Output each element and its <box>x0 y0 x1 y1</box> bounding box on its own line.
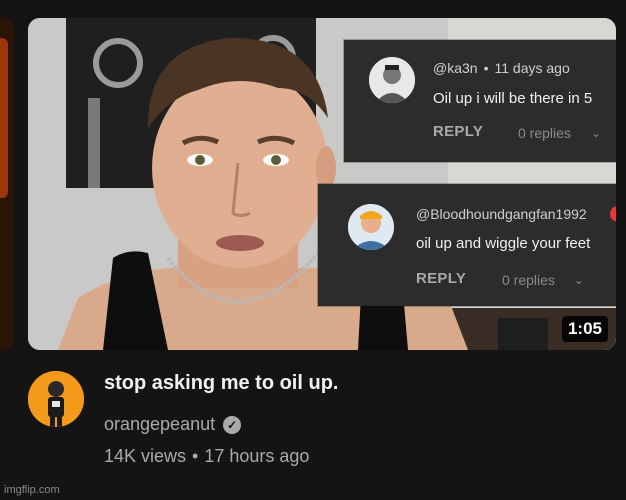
comment-card-2: @Bloodhoundgangfan1992 oil up and wiggle… <box>318 184 616 306</box>
upload-age: 17 hours ago <box>204 446 310 466</box>
video-thumbnail[interactable]: @ka3n • 11 days ago Oil up i will be there… <box>28 18 616 350</box>
comment-meta-1: @ka3n • 11 days ago <box>433 60 570 76</box>
chevron-down-icon[interactable]: ⌄ <box>591 126 601 140</box>
chevron-down-icon[interactable]: ⌄ <box>574 273 584 287</box>
commenter-avatar-2[interactable] <box>348 204 394 250</box>
reply-button-2[interactable]: REPLY <box>416 270 466 287</box>
imgflip-watermark: imgflip.com <box>4 484 60 496</box>
commenter-handle-2[interactable]: @Bloodhoundgangfan1992 <box>416 206 587 222</box>
channel-avatar-image <box>28 371 84 427</box>
meta-dot: • <box>483 60 489 76</box>
view-count: 14K views <box>104 446 187 466</box>
comment-age-1: 11 days ago <box>494 60 570 76</box>
replies-count-2[interactable]: 0 replies <box>502 272 555 288</box>
comment-meta-2: @Bloodhoundgangfan1992 <box>416 206 587 222</box>
duration-badge: 1:05 <box>561 316 608 342</box>
video-meta: 14K views • 17 hours ago <box>104 446 309 467</box>
reply-button-1[interactable]: REPLY <box>433 123 483 140</box>
channel-row: orangepeanut ✓ <box>104 414 242 435</box>
previous-video-card[interactable] <box>0 18 14 350</box>
channel-avatar[interactable] <box>28 371 84 427</box>
previous-thumb-glow <box>0 38 8 198</box>
avatar-image-1 <box>369 57 415 103</box>
record-badge-icon <box>610 206 616 222</box>
verified-check-icon: ✓ <box>223 415 242 434</box>
channel-name[interactable]: orangepeanut <box>104 414 215 435</box>
commenter-avatar-1[interactable] <box>369 57 415 103</box>
video-title[interactable]: stop asking me to oil up. <box>104 372 338 395</box>
meta-separator: • <box>192 446 199 466</box>
avatar-image-2 <box>348 204 394 250</box>
comment-text-2: oil up and wiggle your feet <box>416 235 591 252</box>
commenter-handle-1[interactable]: @ka3n <box>433 60 478 76</box>
replies-count-1[interactable]: 0 replies <box>518 125 571 141</box>
comment-card-1: @ka3n • 11 days ago Oil up i will be there… <box>344 40 616 162</box>
comment-text-1: Oil up i will be there in 5 <box>433 90 593 107</box>
